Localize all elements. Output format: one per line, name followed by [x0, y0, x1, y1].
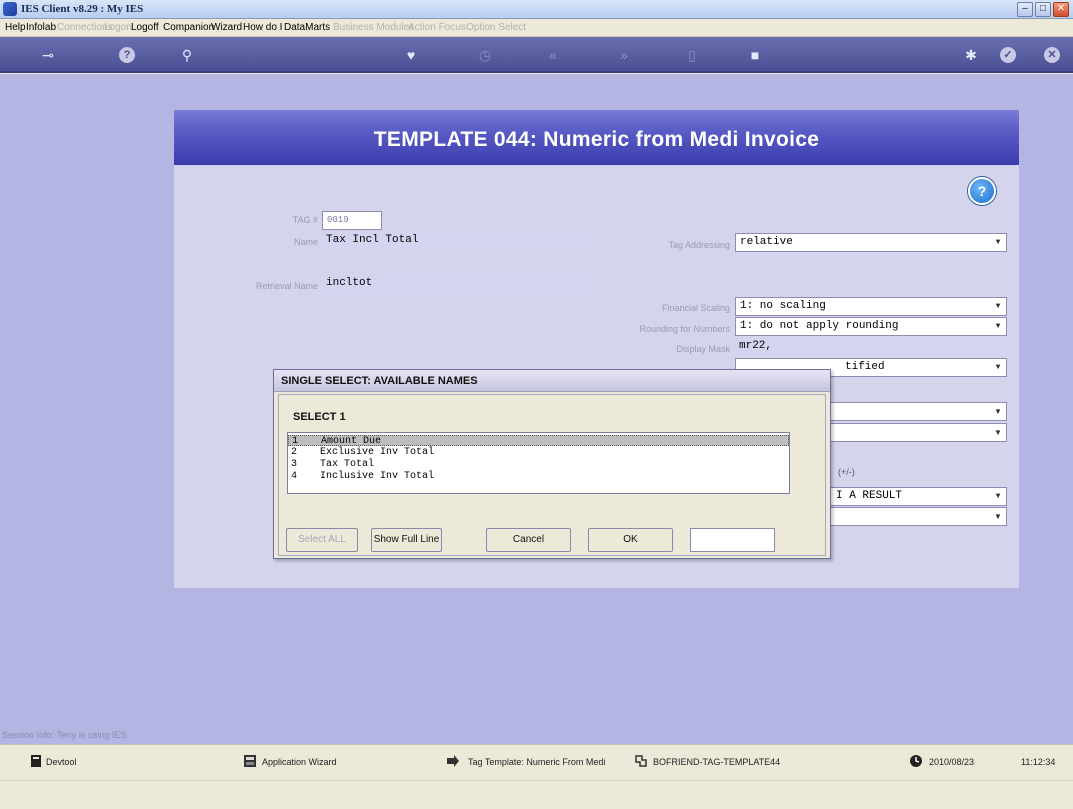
list-item[interactable]: 3 Tax Total: [288, 459, 789, 470]
sign-label: (+/-): [838, 467, 855, 477]
session-info: Session Info: Terry is using IES: [2, 730, 127, 740]
key-icon[interactable]: ⊸: [32, 44, 64, 66]
dialog-instruction: SELECT 1: [293, 411, 346, 423]
show-full-line-button[interactable]: Show Full Line: [371, 528, 442, 552]
rounding-label: Rounding for Numbers: [639, 324, 730, 334]
search-icon[interactable]: ⚲: [176, 44, 198, 66]
menu-business-modules[interactable]: Business Modules: [333, 22, 414, 33]
menu-infolab[interactable]: Infolab: [26, 22, 56, 33]
menu-action-focus[interactable]: Action Focus: [408, 22, 466, 33]
tag-template-icon: [447, 755, 459, 767]
menu-datamarts[interactable]: DataMarts: [284, 22, 330, 33]
list-item-text: Inclusive Inv Total: [320, 471, 435, 482]
tag-template-status: Tag Template: Numeric From Medi: [468, 757, 606, 767]
list-item[interactable]: 1 Amount Due: [288, 435, 789, 447]
chevron-down-icon[interactable]: ▼: [992, 491, 1004, 503]
program-icon: [635, 755, 647, 767]
financial-scaling-select[interactable]: 1: no scaling ▼: [735, 297, 1007, 316]
rewind-icon[interactable]: «: [542, 44, 564, 66]
filter-input[interactable]: [690, 528, 775, 552]
rounding-select[interactable]: 1: do not apply rounding ▼: [735, 317, 1007, 336]
menu-companion[interactable]: Companion: [163, 22, 214, 33]
financial-scaling-label: Financial Scaling: [661, 303, 730, 313]
tag-addressing-label: Tag Addressing: [668, 240, 730, 250]
session-info-bar: Session Info: Terry is using IES: [0, 726, 1073, 744]
title-bar: IES Client v8.29 : My IES – □ ✕: [0, 0, 1073, 19]
financial-scaling-value: 1: no scaling: [740, 300, 826, 312]
dialog-title: SINGLE SELECT: AVAILABLE NAMES: [274, 370, 830, 392]
status-bar: Devtool Application Wizard Tag Template:…: [0, 744, 1073, 780]
help-icon[interactable]: ?: [968, 177, 996, 205]
tag-addressing-select[interactable]: relative ▼: [735, 233, 1007, 252]
bottom-strip: [0, 780, 1073, 809]
display-mask-field[interactable]: mr22,: [735, 338, 1007, 356]
status-date: 2010/08/23: [929, 757, 975, 767]
list-item-text: Tax Total: [320, 459, 375, 470]
cancel-button[interactable]: Cancel: [486, 528, 571, 552]
menu-logon[interactable]: Logon: [104, 22, 132, 33]
chevron-down-icon[interactable]: ▼: [992, 511, 1004, 523]
tag-addressing-value: relative: [740, 236, 793, 248]
single-select-dialog: SINGLE SELECT: AVAILABLE NAMES SELECT 1 …: [273, 369, 831, 559]
ok-button[interactable]: OK: [588, 528, 673, 552]
check-icon[interactable]: ✓: [1000, 47, 1016, 63]
menu-wizard[interactable]: Wizard: [211, 22, 242, 33]
chevron-down-icon[interactable]: ▼: [992, 406, 1004, 418]
devtool-link[interactable]: Devtool: [46, 757, 77, 767]
list-item[interactable]: 2 Exclusive Inv Total: [288, 447, 789, 458]
devtool-icon: [31, 755, 41, 767]
clock-icon: [910, 755, 922, 767]
chevron-down-icon[interactable]: ▼: [992, 301, 1004, 313]
maximize-button[interactable]: □: [1035, 2, 1051, 17]
names-list[interactable]: 1 Amount Due 2 Exclusive Inv Total 3 Tax…: [287, 432, 790, 494]
tag-field[interactable]: 0019: [322, 211, 382, 230]
program-status: BOFRIEND-TAG-TEMPLATE44: [653, 757, 781, 767]
window-title: IES Client v8.29 : My IES: [21, 3, 144, 15]
chevron-down-icon[interactable]: ▼: [992, 237, 1004, 249]
display-mask-label: Display Mask: [676, 344, 730, 354]
menu-logoff[interactable]: Logoff: [131, 22, 159, 33]
close-window-button[interactable]: ✕: [1053, 2, 1069, 17]
menu-help[interactable]: Help: [5, 22, 26, 33]
toolbar: ⊸ ? ⚲ ♥ ◷ « » ▯ ■ ✱ ✓ ✕: [0, 37, 1073, 73]
select-all-button[interactable]: Select ALL: [286, 528, 358, 552]
minimize-button[interactable]: –: [1017, 2, 1033, 17]
close-icon[interactable]: ✕: [1044, 47, 1060, 63]
list-item-number: 2: [291, 447, 298, 458]
application-wizard-link[interactable]: Application Wizard: [262, 757, 337, 767]
menu-bar: Help Infolab Connections Logon Logoff Co…: [0, 19, 1073, 37]
page-title: TEMPLATE 044: Numeric from Medi Invoice: [373, 128, 820, 151]
retrieval-name-label: Retrieval Name: [255, 281, 318, 291]
status-time: 11:12:34: [1021, 757, 1056, 767]
clock-icon[interactable]: ◷: [474, 44, 496, 66]
square-icon[interactable]: ■: [744, 44, 766, 66]
chevron-down-icon[interactable]: ▼: [992, 427, 1004, 439]
list-item[interactable]: 4 Inclusive Inv Total: [288, 471, 789, 482]
chevron-down-icon[interactable]: ▼: [992, 362, 1004, 374]
list-item-number: 4: [291, 471, 298, 482]
tag-label: TAG #: [292, 215, 318, 225]
retrieval-name-field[interactable]: incltot: [322, 275, 600, 293]
chevron-down-icon[interactable]: ▼: [992, 321, 1004, 333]
list-item-number: 3: [291, 459, 298, 470]
app-icon: [3, 2, 17, 16]
question-icon[interactable]: ?: [119, 47, 135, 63]
heart-icon[interactable]: ♥: [400, 44, 422, 66]
rounding-value: 1: do not apply rounding: [740, 320, 899, 332]
list-item-number: 1: [292, 436, 299, 447]
name-field[interactable]: Tax Incl Total: [322, 232, 600, 250]
list-item-text: Amount Due: [321, 436, 382, 447]
settings-icon[interactable]: ✱: [960, 44, 982, 66]
menu-option-select[interactable]: Option Select: [466, 22, 526, 33]
page-icon[interactable]: ▯: [681, 44, 703, 66]
menu-how-do-i[interactable]: How do I: [243, 22, 282, 33]
fast-forward-icon[interactable]: »: [613, 44, 635, 66]
list-item-text: Exclusive Inv Total: [320, 447, 435, 458]
name-label: Name: [293, 237, 318, 247]
application-wizard-icon: [244, 755, 256, 767]
